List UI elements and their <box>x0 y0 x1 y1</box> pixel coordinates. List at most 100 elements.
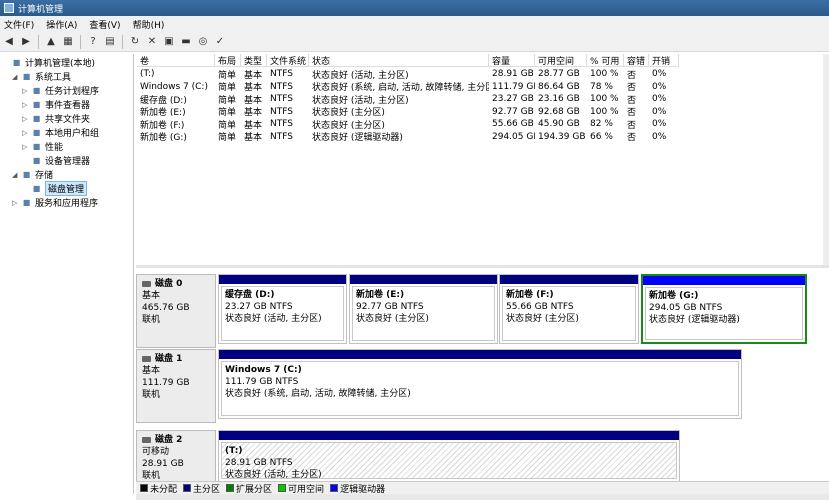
menu-view[interactable]: 查看(V) <box>89 18 120 31</box>
partition-block[interactable]: 缓存盘 (D:) 23.27 GB NTFS 状态良好 (活动, 主分区) <box>218 274 347 344</box>
help-icon[interactable]: ? <box>86 35 100 49</box>
partition-name: (T:) <box>225 446 243 456</box>
legend-swatch <box>330 484 339 492</box>
volume-row[interactable]: 新加卷 (F:) 简单 基本 NTFS 状态良好 (主分区) 55.66 GB 45.90 … <box>137 118 825 131</box>
expand-arrow-icon[interactable]: ◢ <box>12 171 21 179</box>
tree-item[interactable]: ◢ ■ 系统工具 <box>12 70 71 83</box>
partition-block[interactable]: 新加卷 (G:) 294.05 GB NTFS 状态良好 (逻辑驱动器) <box>641 274 807 344</box>
legend-label: 可用空间 <box>288 484 325 495</box>
menu-help[interactable]: 帮助(H) <box>133 18 165 31</box>
tree-item[interactable]: ▷ ■ 服务和应用程序 <box>12 196 98 209</box>
column-header[interactable]: 容错 <box>624 54 649 67</box>
tools-icon: ■ <box>22 72 31 81</box>
volume-cell: NTFS <box>270 94 293 105</box>
legend-swatch <box>226 484 235 492</box>
volume-cell: 基本 <box>244 70 263 81</box>
expand-arrow-icon[interactable]: ▷ <box>22 87 31 95</box>
check-icon[interactable]: ✓ <box>213 35 227 49</box>
partition-type-bar <box>350 275 497 284</box>
tree-item[interactable]: ▷ ■ 事件查看器 <box>22 98 90 111</box>
tree-item-label: 存储 <box>35 171 54 181</box>
volume-row[interactable]: 缓存盘 (D:) 简单 基本 NTFS 状态良好 (活动, 主分区) 23.27 GB 23… <box>137 93 825 106</box>
column-header[interactable]: 卷 <box>137 54 215 67</box>
show-tree-icon[interactable]: ▦ <box>61 35 75 49</box>
tree-item[interactable]: ■ 设备管理器 <box>22 154 90 167</box>
storage-icon: ■ <box>22 170 31 179</box>
expand-arrow-icon[interactable]: ▷ <box>22 101 31 109</box>
shared-folder-icon: ■ <box>32 114 41 123</box>
forward-arrow-icon[interactable]: ▶ <box>19 35 33 49</box>
partition-body: Windows 7 (C:) 111.79 GB NTFS 状态良好 (系统, 启动… <box>221 361 739 416</box>
legend-swatch <box>183 484 192 492</box>
volume-row[interactable]: 新加卷 (G:) 简单 基本 NTFS 状态良好 (逻辑驱动器) 294.05 GB 194… <box>137 131 825 143</box>
disk-info[interactable]: 磁盘 2 可移动 28.91 GB 联机 <box>136 430 216 482</box>
expand-arrow-icon[interactable]: ▷ <box>22 115 31 123</box>
tree-item[interactable]: ■ 磁盘管理 <box>22 181 88 196</box>
partition-size: 111.79 GB NTFS <box>225 377 299 387</box>
disk-type: 基本 <box>142 291 161 301</box>
volume-cell: 100 % <box>590 106 619 117</box>
volume-list-scrollbar[interactable] <box>823 54 829 265</box>
tree-item[interactable]: ■ 计算机管理(本地) <box>2 56 95 69</box>
column-header[interactable]: 状态 <box>309 54 489 67</box>
partition-size: 55.66 GB NTFS <box>506 302 574 312</box>
volume-cell: NTFS <box>270 106 293 117</box>
legend-swatch <box>140 484 148 492</box>
volume-cell: 状态良好 (主分区) <box>312 120 385 131</box>
volume-cell: 78 % <box>590 81 613 92</box>
partition-size: 92.77 GB NTFS <box>356 302 424 312</box>
column-header[interactable]: 布局 <box>215 54 241 67</box>
volume-cell: 100 % <box>590 94 619 105</box>
column-header[interactable]: 容量 <box>489 54 535 67</box>
column-header[interactable]: % 可用 <box>587 54 624 67</box>
toolbar: ◀ ▶ ▲ ▦? ▤ ↻ ✕ ▣ ▬ ◎ ✓ <box>0 32 829 52</box>
partition-size: 23.27 GB NTFS <box>225 302 293 312</box>
menu-bar: 文件(F) 操作(A) 查看(V) 帮助(H) <box>0 16 829 32</box>
refresh-icon[interactable]: ↻ <box>128 35 142 49</box>
volume-cell: 基本 <box>244 83 263 93</box>
column-header[interactable]: 开销 <box>649 54 679 67</box>
partition-block[interactable]: 新加卷 (F:) 55.66 GB NTFS 状态良好 (主分区) <box>499 274 639 344</box>
disk-size: 465.76 GB <box>142 303 190 313</box>
expand-arrow-icon[interactable]: ▷ <box>22 143 31 151</box>
tree-item[interactable]: ▷ ■ 共享文件夹 <box>22 112 90 125</box>
menu-file[interactable]: 文件(F) <box>4 18 34 31</box>
legend-item: 主分区 <box>183 482 220 495</box>
back-arrow-icon[interactable]: ◀ <box>2 35 16 49</box>
delete-icon[interactable]: ✕ <box>145 35 159 49</box>
disk-info[interactable]: 磁盘 0 基本 465.76 GB 联机 <box>136 274 216 348</box>
tree-item[interactable]: ▷ ■ 任务计划程序 <box>22 84 99 97</box>
partition-block[interactable]: 新加卷 (E:) 92.77 GB NTFS 状态良好 (主分区) <box>349 274 498 344</box>
expand-arrow-icon[interactable]: ◢ <box>12 73 21 81</box>
expand-arrow-icon[interactable]: ▷ <box>22 129 31 137</box>
disk-info[interactable]: 磁盘 1 基本 111.79 GB 联机 <box>136 349 216 423</box>
partition-body: 新加卷 (E:) 92.77 GB NTFS 状态良好 (主分区) <box>352 286 495 341</box>
expand-arrow-icon[interactable]: ▷ <box>12 199 21 207</box>
computer-icon: ■ <box>12 58 21 67</box>
partition-block[interactable]: (T:) 28.91 GB NTFS 状态良好 (活动, 主分区) <box>218 430 680 482</box>
volume-cell: 28.77 GB <box>538 69 580 80</box>
volume-row[interactable]: (T:) 简单 基本 NTFS 状态良好 (活动, 主分区) 28.91 GB 28.77 … <box>137 68 825 81</box>
console-icon[interactable]: ▤ <box>103 35 117 49</box>
search-icon[interactable]: ◎ <box>196 35 210 49</box>
tree-item[interactable]: ▷ ■ 本地用户和组 <box>22 126 99 139</box>
column-header[interactable]: 可用空间 <box>535 54 587 67</box>
hard-disk-icon <box>142 281 151 287</box>
volume-row[interactable]: Windows 7 (C:) 简单 基本 NTFS 状态良好 (系统, 启动, 活动, … <box>137 81 825 93</box>
volume-cell: NTFS <box>270 131 293 142</box>
volume-cell: 0% <box>652 81 667 92</box>
partition-block[interactable]: Windows 7 (C:) 111.79 GB NTFS 状态良好 (系统, 启动… <box>218 349 742 419</box>
legend-label: 未分配 <box>150 484 178 495</box>
tree-item[interactable]: ◢ ■ 存储 <box>12 168 53 181</box>
volume-cell: 0% <box>652 119 667 130</box>
properties-icon[interactable]: ▣ <box>162 35 176 49</box>
disk-map-scrollbar[interactable] <box>136 494 829 500</box>
tree-item[interactable]: ▷ ■ 性能 <box>22 140 63 153</box>
volume-row[interactable]: 新加卷 (E:) 简单 基本 NTFS 状态良好 (主分区) 92.77 GB 92.68 … <box>137 106 825 118</box>
open-icon[interactable]: ▬ <box>179 35 193 49</box>
menu-action[interactable]: 操作(A) <box>46 18 77 31</box>
volume-cell: 简单 <box>218 95 237 106</box>
column-header[interactable]: 类型 <box>241 54 267 67</box>
column-header[interactable]: 文件系统 <box>267 54 309 67</box>
up-folder-icon[interactable]: ▲ <box>44 35 58 49</box>
